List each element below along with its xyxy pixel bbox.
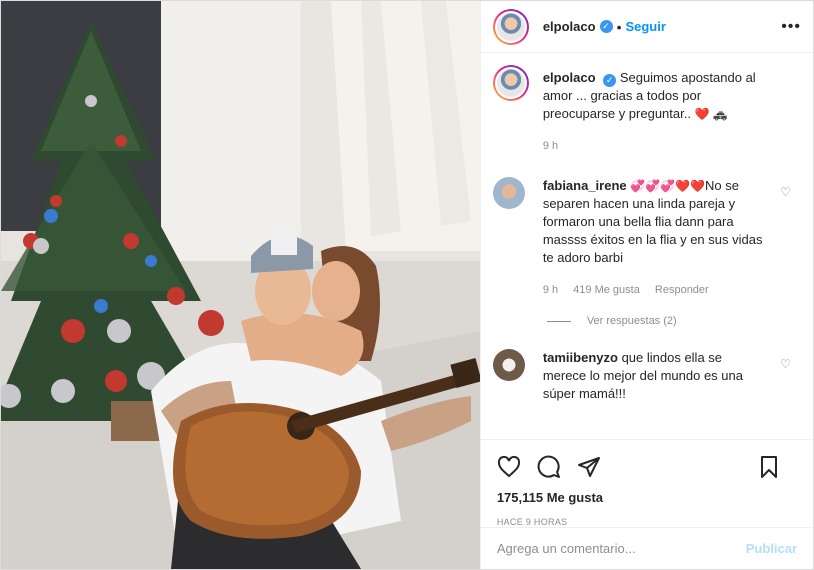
more-options-icon[interactable]: ••• [781,18,801,36]
reply-button[interactable]: Responder [655,284,709,296]
post-sidebar: elpolaco ✓ • Seguir ••• elpolaco ✓ Segui… [479,1,813,569]
comment-avatar[interactable] [492,349,525,381]
comment-time[interactable]: 9 h [543,284,558,296]
comment-like-icon[interactable]: ♡ [780,185,791,199]
add-comment-bar: Publicar [480,527,813,569]
replies-line [546,320,571,322]
comment-input[interactable] [496,541,746,556]
author-avatar[interactable] [492,8,529,45]
share-icon[interactable] [577,455,601,482]
caption-username[interactable]: elpolaco [543,70,596,85]
comment-likes[interactable]: 419 Me gusta [573,284,640,296]
bookmark-icon[interactable] [757,455,781,482]
author-username[interactable]: elpolaco [543,19,596,34]
caption-avatar-image [496,69,525,97]
caption-avatar-ring [494,67,527,99]
publish-button[interactable]: Publicar [746,541,797,556]
heart-icon[interactable] [497,455,521,482]
comment-avatar[interactable] [492,177,525,209]
caption-meta: 9 h [543,137,763,155]
author-avatar-image [496,12,525,41]
author-avatar-ring [494,10,527,43]
follow-button[interactable]: Seguir [625,19,665,34]
post-actions: 175,115 Me gusta Hace 9 horas Publicar [480,439,813,569]
view-replies[interactable]: Ver respuestas (2) [546,315,801,327]
action-icons [497,448,797,488]
comment-username[interactable]: fabiana_irene [543,178,627,193]
post-photo[interactable] [1,1,480,569]
caption: elpolaco ✓ Seguimos apostando al amor ..… [492,65,801,155]
comment-icon[interactable] [537,455,561,482]
caption-body: elpolaco ✓ Seguimos apostando al amor ..… [543,69,763,155]
likes-count[interactable]: 175,115 Me gusta [497,490,797,505]
caption-emoji: ❤️ 🚓 [694,107,728,121]
comment-meta: 9 h 419 Me gusta Responder [543,281,765,299]
comment-username[interactable]: tamiibenyzo [543,350,618,365]
comment-like-icon[interactable]: ♡ [780,357,791,371]
comment-emoji: 💞💞💞❤️❤️ [630,179,705,193]
header-separator: • [616,18,622,35]
post-timestamp[interactable]: Hace 9 horas [497,517,797,527]
verified-badge-icon: ✓ [603,74,617,87]
view-replies-label[interactable]: Ver respuestas (2) [587,315,677,327]
comment-item: fabiana_irene 💞💞💞❤️❤️No se separen hacen… [492,177,801,299]
verified-badge-icon: ✓ [599,20,613,33]
caption-time[interactable]: 9 h [543,140,558,152]
post-container: elpolaco ✓ • Seguir ••• elpolaco ✓ Segui… [0,0,814,570]
comment-item: tamiibenyzo que lindos ella se merece lo… [492,349,801,403]
comments-list[interactable]: elpolaco ✓ Seguimos apostando al amor ..… [481,53,813,439]
comment-body: fabiana_irene 💞💞💞❤️❤️No se separen hacen… [543,177,765,299]
post-header: elpolaco ✓ • Seguir ••• [480,1,813,53]
comment-body: tamiibenyzo que lindos ella se merece lo… [543,349,765,403]
photo-illustration [1,1,480,569]
caption-avatar[interactable] [492,65,529,101]
